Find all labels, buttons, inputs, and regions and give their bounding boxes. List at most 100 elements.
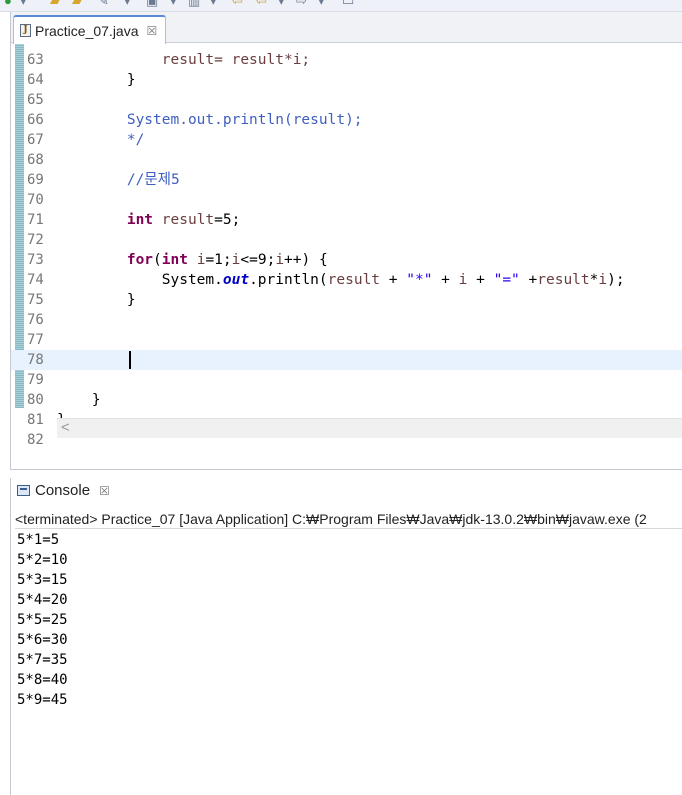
console-output-line: 5*9=45: [17, 692, 68, 708]
code-token: +: [467, 272, 494, 288]
line-number: 80: [27, 392, 44, 408]
code-token: i: [275, 252, 285, 268]
code-token: result= result*i;: [57, 52, 311, 68]
code-token: }: [57, 292, 136, 308]
code-line[interactable]: 77: [11, 330, 682, 350]
dropdown-arrow-icon-2[interactable]: ▾: [124, 0, 131, 8]
code-token: =5;: [214, 212, 241, 228]
code-token: ++) {: [284, 252, 328, 268]
code-token: "*": [406, 272, 433, 288]
code-line[interactable]: 76: [11, 310, 682, 330]
code-line[interactable]: 75 }: [11, 290, 682, 310]
code-line[interactable]: 79: [11, 370, 682, 390]
code-text: for(int i=1;i<=9;i++) {: [57, 250, 328, 270]
code-line[interactable]: 74 System.out.println(result + "*" + i +…: [11, 270, 682, 290]
code-token: "=": [493, 272, 520, 288]
code-token: +: [380, 272, 407, 288]
line-number: 66: [27, 112, 44, 128]
horizontal-scrollbar[interactable]: <: [57, 418, 682, 438]
code-text: }: [57, 390, 101, 410]
code-line[interactable]: 68: [11, 150, 682, 170]
code-line[interactable]: 65: [11, 90, 682, 110]
code-line[interactable]: 73 for(int i=1;i<=9;i++) {: [11, 250, 682, 270]
console-icon: [17, 485, 30, 496]
code-token: +: [432, 272, 459, 288]
line-number: 82: [27, 432, 44, 448]
code-text: result= result*i;: [57, 50, 310, 70]
scroll-left-icon[interactable]: <: [61, 419, 70, 437]
code-token: i: [187, 252, 206, 268]
code-line[interactable]: 78: [11, 350, 682, 370]
code-text: */: [57, 130, 144, 150]
console-output-line: 5*5=25: [17, 612, 68, 628]
dropdown-arrow-icon-3[interactable]: ▾: [170, 0, 177, 8]
pencil-icon[interactable]: ✎: [98, 0, 109, 8]
code-token: //문제5: [57, 172, 180, 188]
annotation-icon[interactable]: ▣: [146, 0, 158, 8]
close-icon[interactable]: ☒: [147, 24, 158, 38]
line-number: 71: [27, 212, 44, 228]
console-tab-label: Console: [35, 482, 91, 499]
code-token: int: [126, 212, 154, 228]
line-number: 70: [27, 192, 44, 208]
dropdown-arrow-icon-4[interactable]: ▾: [210, 0, 217, 8]
close-icon[interactable]: ☒: [99, 484, 110, 498]
code-text: System.out.println(result + "*" + i + "=…: [57, 270, 625, 290]
pin-editor-icon[interactable]: ▭: [342, 0, 354, 8]
code-line[interactable]: 67 */: [11, 130, 682, 150]
code-token: );: [607, 272, 625, 288]
console-output-line: 5*1=5: [17, 532, 60, 548]
console-status-line: <terminated> Practice_07 [Java Applicati…: [15, 509, 682, 529]
code-text: //문제5: [57, 170, 180, 190]
code-line[interactable]: 64 }: [11, 70, 682, 90]
open-folder-icon[interactable]: ▰: [50, 0, 60, 8]
console-tab[interactable]: Console ☒: [17, 482, 110, 499]
code-text: int result=5;: [57, 210, 241, 230]
line-number: 69: [27, 172, 44, 188]
code-token: result: [537, 272, 590, 288]
line-number: 63: [27, 52, 44, 68]
code-token: }: [57, 392, 101, 408]
back-arrow-icon[interactable]: ⇦: [232, 0, 243, 8]
run-icon[interactable]: ●: [4, 0, 12, 8]
line-number: 72: [27, 232, 44, 248]
code-line[interactable]: 66 System.out.println(result);: [11, 110, 682, 130]
back-arrow-icon-2[interactable]: ⇦: [256, 0, 267, 8]
line-number: 73: [27, 252, 44, 268]
console-output[interactable]: 5*1=5 5*2=10 5*3=15 5*4=20 5*5=25 5*6=30 5*7=3…: [17, 530, 68, 710]
console-output-line: 5*6=30: [17, 632, 68, 648]
line-number: 74: [27, 272, 44, 288]
dropdown-arrow-icon[interactable]: ▾: [20, 0, 27, 8]
code-token: =1;: [205, 252, 232, 268]
console-output-line: 5*3=15: [17, 572, 68, 588]
editor-tab-label: Practice_07.java: [35, 22, 139, 39]
code-line[interactable]: 69 //문제5: [11, 170, 682, 190]
code-line[interactable]: 72: [11, 230, 682, 250]
line-number: 65: [27, 92, 44, 108]
code-editor[interactable]: 63 result= result*i; 64 } 65 66 System.out.…: [11, 44, 682, 450]
dropdown-arrow-icon-6[interactable]: ▾: [318, 0, 325, 8]
code-token: System.out.println(result);: [57, 112, 363, 128]
code-token: int: [161, 252, 188, 268]
code-line[interactable]: 63 result= result*i;: [11, 50, 682, 70]
console-panel: Console ☒ <terminated> Practice_07 [Java…: [10, 478, 682, 795]
code-token: result: [153, 212, 215, 228]
dropdown-arrow-icon-5[interactable]: ▾: [278, 0, 285, 8]
code-token: i: [598, 272, 608, 288]
console-output-line: 5*4=20: [17, 592, 68, 608]
line-number: 67: [27, 132, 44, 148]
open-folder-icon-2[interactable]: ▰: [72, 0, 82, 8]
editor-tab-practice07[interactable]: J Practice_07.java ☒: [13, 15, 167, 44]
main-toolbar: ● ▾ ▰ ▰ ✎ ▾ ▣ ▾ ▥ ▾ ⇦ ⇦ ▾ ⇨ ▾ ▭: [0, 0, 682, 12]
code-line[interactable]: 80 }: [11, 390, 682, 410]
code-line[interactable]: 70: [11, 190, 682, 210]
java-file-icon: J: [20, 24, 31, 37]
code-token: out: [222, 272, 250, 288]
line-number: 77: [27, 332, 44, 348]
code-line[interactable]: 71 int result=5;: [11, 210, 682, 230]
next-annotation-icon[interactable]: ▥: [188, 0, 200, 8]
forward-arrow-icon[interactable]: ⇨: [296, 0, 307, 8]
line-number: 75: [27, 292, 44, 308]
